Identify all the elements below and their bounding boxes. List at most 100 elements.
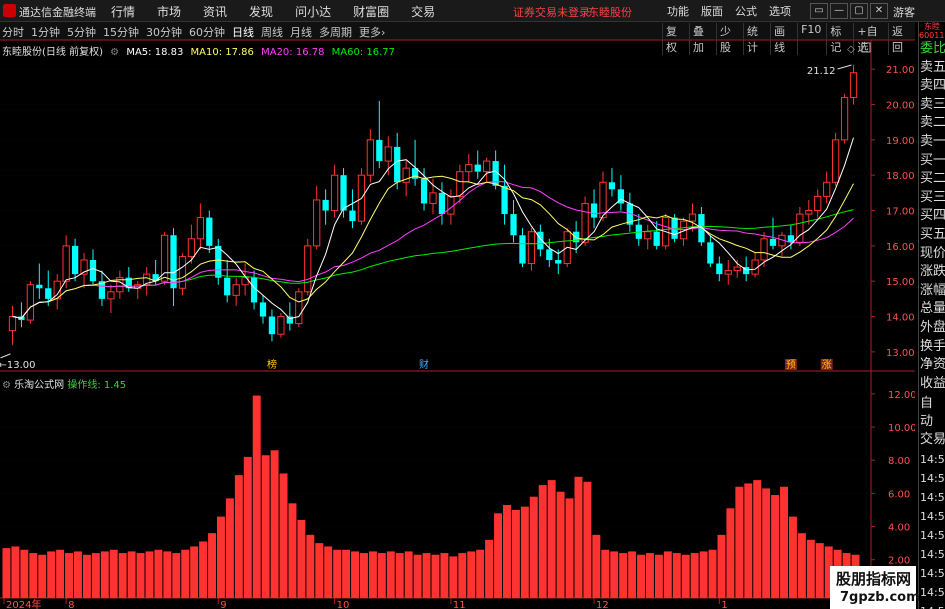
settings-gear-icon[interactable]: ⚙ — [110, 47, 119, 58]
menu-layout[interactable]: 版面 — [701, 3, 723, 19]
menu-options[interactable]: 选项 — [769, 3, 791, 19]
restore-icon[interactable]: ▭ — [810, 3, 828, 19]
maximize-icon[interactable]: ▢ — [850, 3, 868, 19]
kline-chart-area[interactable]: 21.00 20.00 19.00 18.00 17.00 16.00 15.00 14.00… — [0, 40, 915, 609]
candle-body — [366, 139, 375, 176]
tab-5min[interactable]: 5分钟 — [67, 24, 96, 40]
candle-body — [340, 175, 347, 211]
current-stock-name: 东睦股份 — [588, 6, 632, 19]
login-notice[interactable]: 证券交易未登录 — [513, 4, 590, 20]
candle-body — [724, 270, 732, 275]
window-controls: ▭ — ▢ ✕ — [810, 3, 890, 19]
candle-body — [295, 291, 303, 325]
candle-body — [653, 231, 660, 246]
tab-1min[interactable]: 1分钟 — [31, 24, 60, 40]
menu-wealth[interactable]: 财富圈 — [353, 3, 389, 20]
candle-body — [349, 210, 356, 222]
indicator-bar — [217, 516, 225, 598]
candle-body — [814, 195, 822, 212]
indicator-bar — [109, 549, 118, 598]
legend-ma20: MA20: 16.78 — [261, 47, 325, 58]
tick-times: 14:56 14:56 14:56 14:56 14:56 14:56 14:56 14:56… — [919, 450, 945, 609]
indicator-bar — [288, 503, 297, 598]
event-marker: 财 — [419, 358, 429, 371]
quote-row: 卖四 — [920, 78, 945, 94]
indicator-bar — [261, 455, 270, 598]
menu-market[interactable]: 市场 — [157, 3, 181, 20]
tab-multi-period[interactable]: 多周期 — [319, 24, 352, 40]
price-tick-label: 19.00 — [886, 136, 915, 147]
indicator-bar — [797, 533, 806, 598]
tab-weekly[interactable]: 周线 — [261, 24, 283, 40]
price-tick-label: 20.00 — [886, 101, 915, 112]
chart-svg[interactable]: 21.0020.0019.0018.0017.0016.0015.0014.00… — [0, 40, 915, 609]
candle-body — [376, 139, 383, 162]
indicator-bar — [208, 533, 216, 598]
indicator-bar — [494, 513, 502, 598]
indicator-bar — [547, 480, 556, 598]
candle-body — [707, 242, 714, 264]
indicator-bar — [485, 539, 494, 598]
candle-body — [178, 255, 187, 289]
menu-discover[interactable]: 发现 — [249, 3, 273, 20]
candle-body — [36, 284, 43, 289]
close-icon[interactable]: ✕ — [870, 3, 888, 19]
auto-button[interactable]: 自动 — [919, 395, 945, 431]
quote-row: 委比 — [920, 41, 945, 56]
indicator-bar — [726, 508, 735, 598]
quote-row: 买三 — [920, 189, 945, 205]
menu-trade[interactable]: 交易 — [411, 3, 435, 20]
indicator-bar — [279, 473, 288, 598]
candle-body — [429, 192, 437, 204]
time-tick-label: 9 — [220, 600, 226, 609]
indicator-bar — [29, 553, 38, 598]
main-menu: 行情 市场 资讯 发现 问小达 财富圈 交易 — [111, 3, 457, 20]
indicator-bar — [520, 506, 529, 598]
quote-stock-short: 东睦 — [924, 22, 940, 31]
period-tabs: 分时 1分钟 5分钟 15分钟 30分钟 60分钟 日线 周线 月线 多周期 更… — [2, 24, 392, 40]
tab-intraday[interactable]: 分时 — [2, 24, 24, 40]
menu-function[interactable]: 功能 — [667, 3, 689, 19]
indicator-bar — [225, 498, 234, 598]
indicator-tick-label: 4.00 — [888, 523, 910, 534]
candle-body — [259, 302, 267, 317]
candle-body — [465, 164, 473, 173]
candle-body — [805, 210, 813, 215]
candle-body — [849, 72, 858, 98]
quote-stock-code: 600114 — [919, 31, 945, 40]
candle-body — [330, 174, 339, 212]
trade-label[interactable]: 交易 — [919, 431, 945, 450]
tab-daily[interactable]: 日线 — [232, 24, 254, 40]
tab-15min[interactable]: 15分钟 — [103, 24, 139, 40]
sub-settings-icon[interactable]: ⚙ — [2, 380, 11, 391]
indicator-tick-label: 12.00 — [888, 390, 915, 401]
ma60-line — [12, 209, 854, 319]
menu-news[interactable]: 资讯 — [203, 3, 227, 20]
menu-quotes[interactable]: 行情 — [111, 3, 135, 20]
event-marker: 涨 — [822, 359, 832, 371]
price-tick-label: 13.00 — [886, 348, 915, 359]
indicator-bar — [789, 516, 797, 598]
indicator-bar — [377, 553, 386, 598]
panel-toggle-icon[interactable] — [861, 42, 871, 53]
candle-body — [206, 217, 213, 246]
diamond-icon: ◇ — [847, 44, 855, 55]
minimize-icon[interactable]: — — [830, 3, 848, 19]
tab-30min[interactable]: 30分钟 — [146, 24, 182, 40]
quote-row: 买五 — [920, 226, 945, 242]
indicator-bar — [351, 551, 359, 598]
tick-time: 14:56 — [920, 490, 945, 504]
indicator-bar — [574, 476, 583, 598]
tab-more[interactable]: 更多› — [359, 24, 385, 40]
tab-60min[interactable]: 60分钟 — [189, 24, 225, 40]
menu-formula[interactable]: 公式 — [735, 3, 757, 19]
ma5-line — [12, 137, 854, 320]
time-tick-label: 1 — [721, 600, 727, 609]
indicator-bar — [91, 553, 100, 598]
guest-account[interactable]: 游客 — [893, 4, 915, 20]
tab-monthly[interactable]: 月线 — [290, 24, 312, 40]
candle-body — [447, 195, 455, 215]
candle-body — [832, 139, 840, 183]
menu-ask[interactable]: 问小达 — [295, 3, 331, 20]
indicator-bar — [503, 504, 511, 598]
